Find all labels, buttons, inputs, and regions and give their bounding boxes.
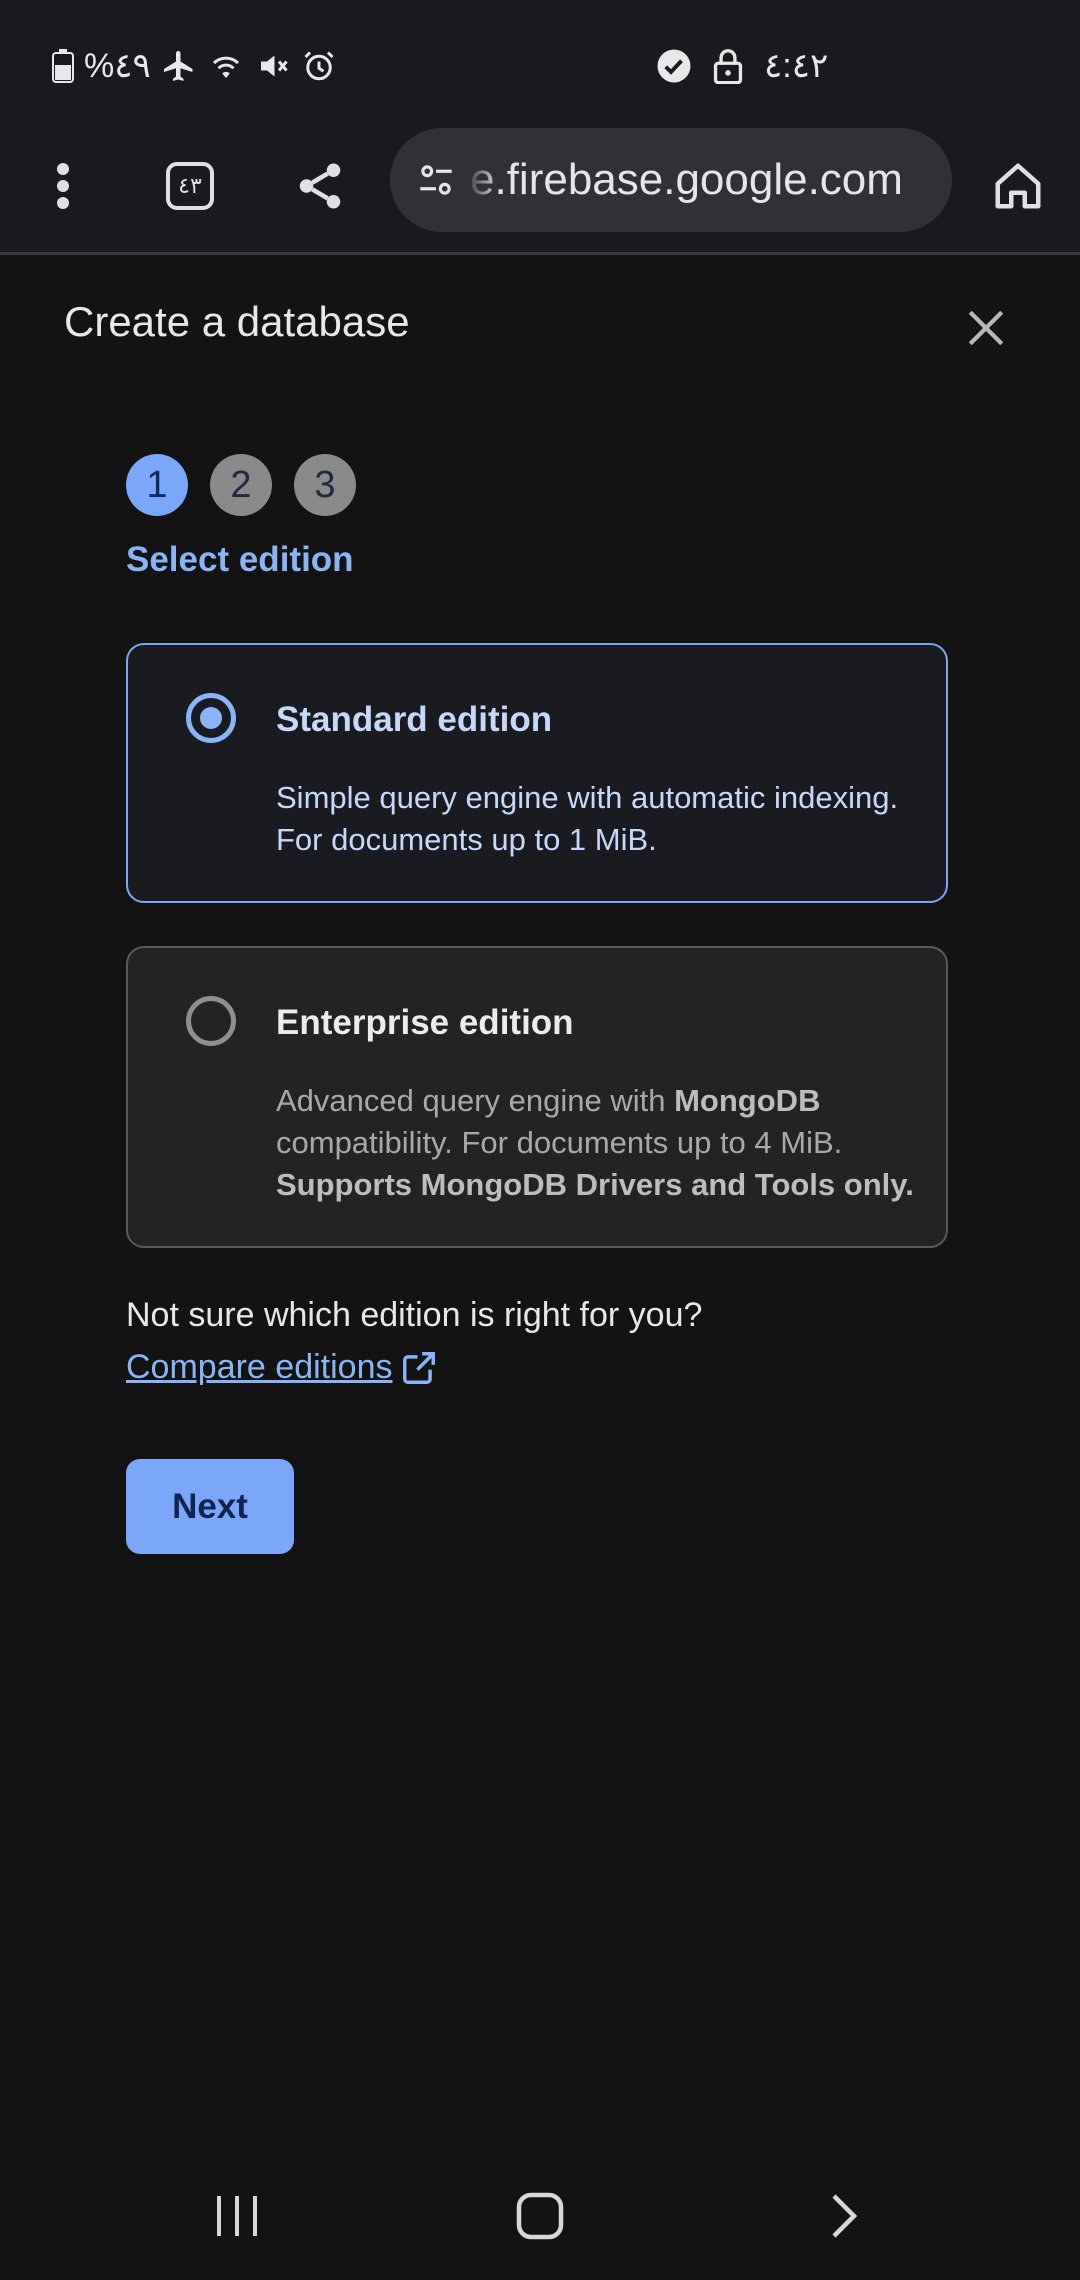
url-fade [466, 128, 500, 232]
enterprise-edition-option[interactable]: Enterprise edition Advanced query engine… [126, 946, 948, 1248]
option-title: Standard edition [276, 700, 553, 739]
tab-switcher-button[interactable]: ٤٣ [158, 154, 222, 218]
compare-editions-link[interactable]: Compare editions [126, 1348, 438, 1387]
more-options-icon[interactable] [31, 154, 95, 218]
navigation-bar [0, 2150, 1080, 2280]
desc-bold: MongoDB [674, 1083, 821, 1118]
step-1: 1 [126, 454, 188, 516]
wifi-icon [212, 56, 239, 78]
next-button[interactable]: Next [126, 1459, 294, 1554]
standard-edition-radio[interactable] [186, 693, 236, 743]
status-left: %٤٩ [52, 44, 337, 88]
status-bar: %٤٩ ٤:٤٢ [0, 0, 1080, 120]
status-right: ٤:٤٢ [656, 44, 828, 88]
standard-edition-option[interactable]: Standard edition Simple query engine wit… [126, 643, 948, 903]
check-circle-icon [657, 49, 691, 83]
desc-part: compatibility. For documents up to 4 MiB… [276, 1125, 843, 1160]
tab-count: ٤٣ [178, 173, 202, 198]
enterprise-edition-radio[interactable] [186, 996, 236, 1046]
compare-editions-label[interactable]: Compare editions [126, 1348, 392, 1387]
open-in-new-icon [403, 1351, 436, 1384]
desc-part: Advanced query engine with [276, 1083, 675, 1118]
clock: ٤:٤٢ [764, 47, 829, 85]
battery-percent: %٤٩ [84, 47, 151, 85]
browser-toolbar: ٤٣ e.firebase.google.com [0, 120, 1080, 255]
address-bar[interactable]: e.firebase.google.com [390, 128, 952, 232]
step-3: 3 [294, 454, 356, 516]
step-label: Select edition [126, 540, 354, 579]
option-description: Advanced query engine with MongoDB compa… [276, 1080, 916, 1206]
desc-bold: Supports MongoDB Drivers and Tools only. [276, 1167, 914, 1202]
share-icon[interactable] [288, 154, 352, 218]
mute-icon [260, 55, 288, 77]
recent-apps-icon[interactable] [202, 2186, 272, 2246]
home-nav-icon[interactable] [505, 2186, 575, 2246]
battery-icon [52, 49, 74, 83]
step-2: 2 [210, 454, 272, 516]
option-title: Enterprise edition [276, 1003, 574, 1042]
site-settings-icon[interactable] [408, 152, 464, 208]
url-text[interactable]: e.firebase.google.com [470, 128, 903, 232]
help-text: Not sure which edition is right for you? [126, 1296, 703, 1334]
airplane-mode-icon [163, 51, 193, 81]
close-icon[interactable] [958, 300, 1014, 356]
dialog-title: Create a database [64, 298, 410, 345]
home-icon[interactable] [986, 154, 1050, 218]
stepper: 1 2 3 [126, 454, 356, 516]
option-description: Simple query engine with automatic index… [276, 780, 899, 857]
lock-icon [713, 49, 743, 84]
back-nav-icon[interactable] [808, 2186, 878, 2246]
alarm-icon [304, 51, 334, 81]
